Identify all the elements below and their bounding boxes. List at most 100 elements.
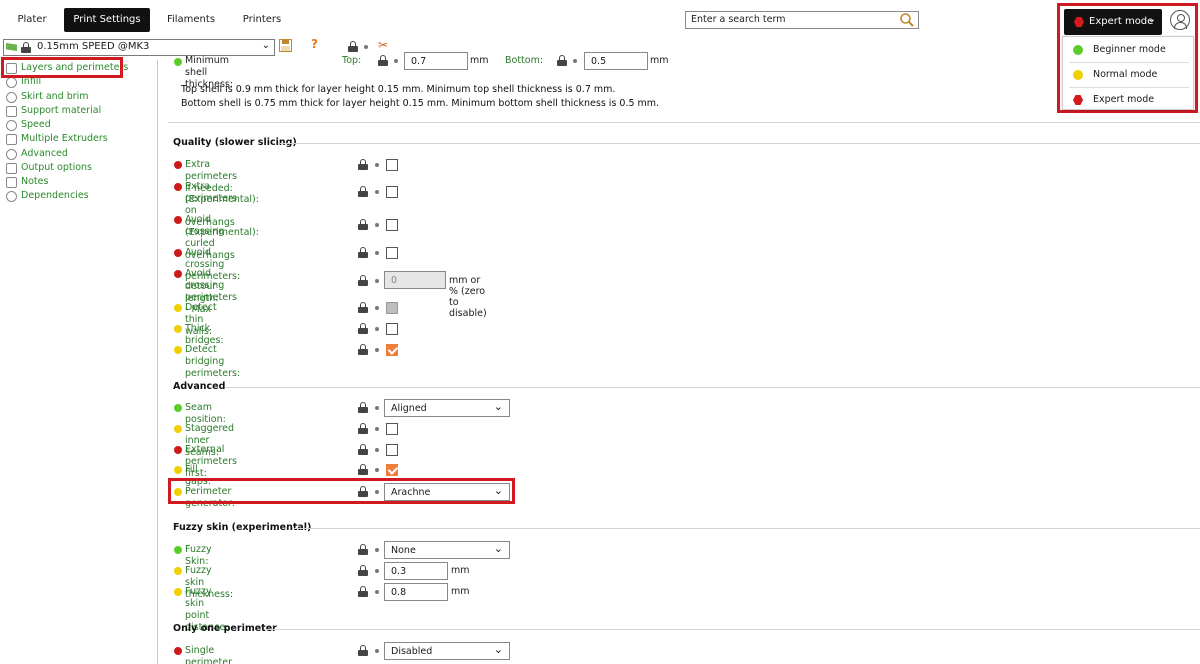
staggered-seams-checkbox[interactable] [386, 423, 398, 435]
bullet-icon [394, 59, 398, 63]
mode-option-normal[interactable]: Normal mode [1063, 63, 1195, 87]
compare-icon[interactable]: ✂ [378, 38, 388, 52]
lock-icon[interactable] [358, 586, 368, 597]
current-mode-label: Expert mode [1089, 16, 1154, 27]
setting-label: Detect bridging perimeters: [185, 344, 241, 379]
divider [292, 528, 1200, 529]
fuzzy-skin-select[interactable]: None ⌄ [384, 541, 510, 559]
seam-position-select[interactable]: Aligned ⌄ [384, 399, 510, 417]
divider [280, 143, 1200, 144]
yellow-dot-icon [174, 588, 182, 596]
bullet-icon [375, 279, 379, 283]
search-input[interactable]: Enter a search term [685, 11, 919, 29]
chevron-down-icon: ⌄ [493, 400, 503, 413]
max-detour-input[interactable]: 0 [384, 271, 446, 289]
green-dot-icon [1073, 45, 1083, 55]
avoid-curled-overhangs-checkbox[interactable] [386, 219, 398, 231]
bullet-icon [375, 406, 379, 410]
output-icon [6, 163, 17, 174]
tab-print-settings[interactable]: Print Settings [64, 8, 150, 32]
shell-info-bottom: Bottom shell is 0.75 mm thick for layer … [181, 98, 660, 109]
lock-icon[interactable] [358, 645, 368, 656]
lock-icon[interactable] [358, 275, 368, 286]
bullet-icon [375, 468, 379, 472]
search-icon[interactable] [899, 12, 915, 31]
save-icon[interactable] [279, 39, 292, 55]
red-dot-icon [174, 183, 182, 191]
fuzzy-thickness-input[interactable]: 0.3 [384, 562, 448, 580]
infill-icon [6, 77, 17, 88]
lock-icon[interactable] [358, 444, 368, 455]
lock-icon[interactable] [358, 219, 368, 230]
speed-icon [6, 120, 17, 131]
lock-icon[interactable] [378, 55, 388, 66]
thick-bridges-checkbox[interactable] [386, 323, 398, 335]
skirt-icon [6, 92, 17, 103]
lock-icon[interactable] [358, 565, 368, 576]
bullet-icon [375, 448, 379, 452]
lock-icon[interactable] [348, 41, 358, 52]
bullet-icon [375, 590, 379, 594]
tab-printers[interactable]: Printers [236, 8, 288, 32]
lock-icon[interactable] [358, 544, 368, 555]
lock-icon[interactable] [358, 423, 368, 434]
chevron-down-icon: ⌄ [493, 643, 503, 656]
dependencies-icon [6, 191, 17, 202]
profile-select[interactable]: 0.15mm SPEED @MK3 ⌄ [3, 39, 275, 56]
advanced-icon [6, 149, 17, 160]
tab-plater[interactable]: Plater [8, 8, 56, 32]
external-perimeters-first-checkbox[interactable] [386, 444, 398, 456]
green-dot-icon [174, 404, 182, 412]
red-dot-icon [174, 647, 182, 655]
lock-icon[interactable] [358, 186, 368, 197]
mode-option-beginner[interactable]: Beginner mode [1063, 38, 1195, 62]
flag-icon [6, 43, 17, 51]
bottom-label: Bottom: [505, 55, 544, 66]
avoid-crossing-perimeters-checkbox[interactable] [386, 247, 398, 259]
mode-option-label: Expert mode [1093, 94, 1155, 105]
setting-label: (Experimental): [185, 227, 259, 238]
tab-filaments[interactable]: Filaments [162, 8, 220, 32]
extra-perimeters-overhangs-checkbox[interactable] [386, 186, 398, 198]
section-title-fuzzy-skin: Fuzzy skin (experimental) [173, 522, 312, 533]
bullet-icon [573, 59, 577, 63]
mode-option-expert[interactable]: Expert mode [1063, 88, 1195, 112]
lock-icon[interactable] [358, 402, 368, 413]
mode-dropdown-button[interactable]: Expert mode ⌄ [1064, 9, 1162, 35]
bullet-icon [375, 548, 379, 552]
detect-thin-walls-checkbox[interactable] [386, 302, 398, 314]
profile-name: 0.15mm SPEED @MK3 [37, 41, 150, 52]
lock-icon[interactable] [358, 323, 368, 334]
user-account-icon[interactable] [1170, 10, 1190, 30]
bullet-icon [375, 427, 379, 431]
lock-icon [21, 42, 31, 53]
fill-gaps-checkbox[interactable] [386, 464, 398, 476]
lock-icon[interactable] [358, 464, 368, 475]
top-shell-input[interactable]: 0.7 [404, 52, 468, 70]
bullet-icon [364, 45, 368, 49]
red-dot-icon [174, 161, 182, 169]
divider [226, 387, 1200, 388]
bullet-icon [375, 348, 379, 352]
lock-icon[interactable] [358, 302, 368, 313]
lock-icon[interactable] [358, 159, 368, 170]
chevron-down-icon: ⌄ [261, 40, 270, 51]
bottom-shell-input[interactable]: 0.5 [584, 52, 648, 70]
lock-icon[interactable] [557, 55, 567, 66]
detect-bridging-perimeters-checkbox[interactable] [386, 344, 398, 356]
lock-icon[interactable] [358, 247, 368, 258]
section-title-advanced: Advanced [173, 381, 226, 392]
red-dot-icon [174, 446, 182, 454]
fuzzy-point-distance-input[interactable]: 0.8 [384, 583, 448, 601]
mode-option-label: Beginner mode [1093, 44, 1166, 55]
yellow-dot-icon [174, 346, 182, 354]
unit-label: mm [470, 55, 489, 66]
single-perimeter-select[interactable]: Disabled ⌄ [384, 642, 510, 660]
bullet-icon [375, 306, 379, 310]
extra-perimeters-checkbox[interactable] [386, 159, 398, 171]
divider [266, 629, 1200, 630]
lock-icon[interactable] [358, 344, 368, 355]
help-icon[interactable]: ? [311, 37, 318, 51]
yellow-dot-icon [174, 304, 182, 312]
bullet-icon [375, 163, 379, 167]
